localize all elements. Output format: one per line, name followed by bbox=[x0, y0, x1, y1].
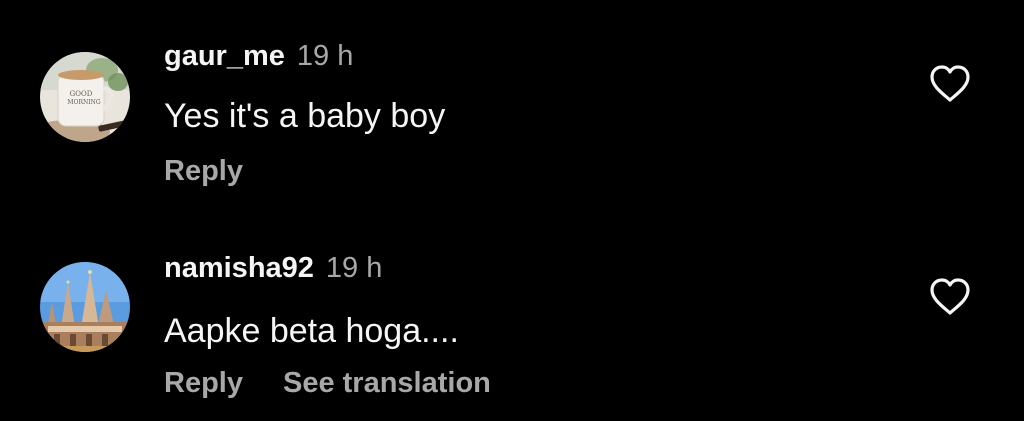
comment-header: namisha92 19 h bbox=[164, 251, 382, 285]
user-avatar[interactable] bbox=[40, 262, 130, 352]
timestamp: 19 h bbox=[296, 40, 354, 72]
svg-text:GOOD: GOOD bbox=[70, 90, 93, 98]
see-translation-button[interactable]: See translation bbox=[283, 367, 491, 399]
comment-item: GOOD MORNING gaur_me 19 h Yes it's a baby… bbox=[0, 0, 1024, 205]
comment-actions: Reply bbox=[164, 154, 243, 188]
coffee-cup-avatar: GOOD MORNING bbox=[40, 52, 130, 142]
comment-header: gaur_me 19 h bbox=[164, 39, 353, 73]
username[interactable]: gaur_me bbox=[164, 40, 285, 72]
comment-item: namisha92 19 h Aapke beta hoga.... Reply S… bbox=[0, 205, 1024, 421]
reply-button[interactable]: Reply bbox=[164, 367, 243, 399]
svg-text:MORNING: MORNING bbox=[67, 99, 100, 106]
heart-outline-icon bbox=[930, 278, 970, 315]
user-avatar[interactable]: GOOD MORNING bbox=[40, 52, 130, 142]
reply-button[interactable]: Reply bbox=[164, 155, 243, 187]
like-button[interactable] bbox=[928, 277, 972, 317]
timestamp: 19 h bbox=[325, 252, 383, 284]
comment-actions: Reply See translation bbox=[164, 366, 491, 400]
like-button[interactable] bbox=[928, 64, 972, 104]
comment-text: Aapke beta hoga.... bbox=[164, 312, 459, 350]
heart-outline-icon bbox=[930, 65, 970, 102]
username[interactable]: namisha92 bbox=[164, 252, 314, 284]
comment-text: Yes it's a baby boy bbox=[164, 97, 446, 135]
temple-avatar bbox=[40, 262, 130, 352]
